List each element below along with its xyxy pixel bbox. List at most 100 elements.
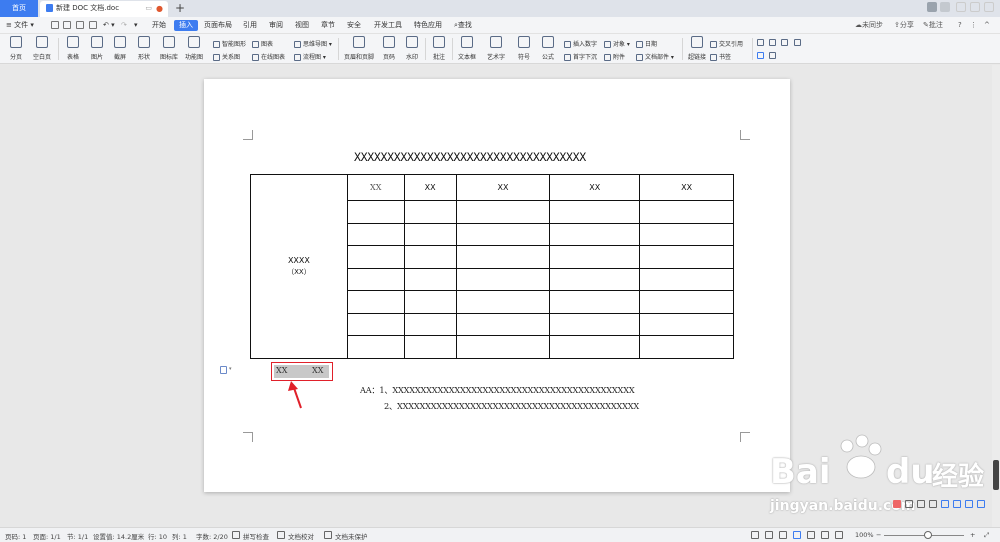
floating-tool-icon-4[interactable] bbox=[929, 500, 937, 508]
table-header-cell[interactable]: XX bbox=[455, 174, 551, 201]
table-cell[interactable] bbox=[346, 267, 405, 292]
layout-option-2[interactable] bbox=[769, 39, 778, 46]
table-cell[interactable] bbox=[346, 222, 405, 247]
table-cell[interactable] bbox=[549, 245, 641, 269]
view-mode-icon-page[interactable] bbox=[793, 531, 801, 539]
vertical-scrollbar[interactable] bbox=[992, 65, 1000, 527]
smart-art-button[interactable]: 智能图形 bbox=[213, 39, 246, 48]
export-pdf-icon[interactable] bbox=[63, 21, 71, 29]
note-line-1[interactable]: AA：1、XXXXXXXXXXXXXXXXXXXXXXXXXXXXXXXXXXX… bbox=[360, 384, 635, 396]
doc-parts-button[interactable]: 文档部件 ▾ bbox=[636, 52, 674, 61]
table-header-cell[interactable]: XX bbox=[403, 174, 457, 201]
layout-option-6[interactable] bbox=[769, 52, 778, 59]
floating-tool-icon-2[interactable] bbox=[905, 500, 913, 508]
status-row[interactable]: 行: 10 bbox=[148, 531, 167, 541]
menu-review[interactable]: 审阅 bbox=[269, 20, 283, 31]
table-button[interactable]: 表格 bbox=[63, 36, 83, 61]
table-cell[interactable] bbox=[346, 200, 405, 224]
status-word-count[interactable]: 字数: 2/20 bbox=[196, 531, 228, 541]
table-cell[interactable] bbox=[403, 312, 457, 337]
tab-pin-icon[interactable]: ▭ bbox=[145, 1, 152, 16]
view-mode-icon-1[interactable] bbox=[751, 531, 759, 539]
table-cell[interactable] bbox=[639, 200, 734, 224]
table-header-cell[interactable]: XX bbox=[549, 174, 641, 201]
table-cell[interactable] bbox=[346, 290, 405, 314]
status-page[interactable]: 页码: 1 bbox=[5, 531, 26, 541]
table-cell[interactable] bbox=[346, 312, 405, 337]
table-header-cell[interactable]: XX bbox=[346, 174, 405, 201]
view-mode-icon-2[interactable] bbox=[765, 531, 773, 539]
window-close-icon[interactable] bbox=[984, 2, 994, 12]
table-cell[interactable] bbox=[403, 290, 457, 314]
add-tab-button[interactable]: + bbox=[175, 0, 185, 16]
table-cell[interactable] bbox=[403, 200, 457, 224]
zoom-level[interactable]: 100% bbox=[855, 531, 874, 539]
bookmark-button[interactable]: 书签 bbox=[710, 52, 731, 61]
save-icon[interactable] bbox=[51, 21, 59, 29]
document-title[interactable]: XXXXXXXXXXXXXXXXXXXXXXXXXXXXXXXXXXX bbox=[354, 150, 586, 164]
online-chart-button[interactable]: 在线图表 bbox=[252, 52, 285, 61]
table-cell[interactable] bbox=[639, 222, 734, 247]
page-number-button[interactable]: 页码 bbox=[379, 36, 399, 61]
layout-option-1[interactable] bbox=[757, 39, 766, 46]
table-cell[interactable] bbox=[639, 335, 734, 359]
table-cell[interactable] bbox=[346, 335, 405, 359]
floating-tool-icon-6[interactable] bbox=[953, 500, 961, 508]
status-column[interactable]: 列: 1 bbox=[172, 531, 187, 541]
table-cell[interactable] bbox=[403, 222, 457, 247]
textbox-button[interactable]: 文本框 bbox=[455, 36, 479, 61]
tab-home[interactable]: 首页 bbox=[0, 0, 38, 17]
function-chart-button[interactable]: 功能图 bbox=[182, 36, 206, 61]
layout-option-5[interactable] bbox=[757, 52, 766, 59]
cross-reference-button[interactable]: 交叉引用 bbox=[710, 39, 743, 48]
paragraph-layout-dropdown-icon[interactable]: ▾ bbox=[229, 366, 232, 372]
menu-search[interactable]: ⌕查找 bbox=[454, 20, 472, 31]
layout-option-4[interactable] bbox=[794, 39, 803, 46]
comment-insert-button[interactable]: 批注 bbox=[429, 36, 449, 61]
menu-developer[interactable]: 开发工具 bbox=[374, 20, 402, 31]
print-preview-icon[interactable] bbox=[89, 21, 97, 29]
symbol-button[interactable]: 符号 bbox=[513, 36, 535, 61]
table-cell[interactable] bbox=[639, 312, 734, 337]
attachment-button[interactable]: 附件 bbox=[604, 52, 625, 61]
icon-library-button[interactable]: 图标库 bbox=[158, 36, 180, 61]
table-cell[interactable] bbox=[455, 267, 551, 292]
table-cell[interactable] bbox=[549, 335, 641, 359]
table-cell[interactable] bbox=[455, 200, 551, 224]
flow-chart-button[interactable]: 流程图 ▾ bbox=[294, 52, 326, 61]
more-options-icon[interactable]: ⋮ bbox=[970, 20, 977, 31]
watermark-button[interactable]: 水印 bbox=[402, 36, 422, 61]
wordart-button[interactable]: 艺术字 bbox=[484, 36, 508, 61]
menu-references[interactable]: 引用 bbox=[243, 20, 257, 31]
table-cell[interactable] bbox=[455, 222, 551, 247]
document-table[interactable]: XXXX （XX） XX XX XX XX XX bbox=[250, 174, 734, 359]
table-cell[interactable] bbox=[403, 335, 457, 359]
floating-tool-icon-3[interactable] bbox=[917, 500, 925, 508]
comment-button[interactable]: ✎批注 bbox=[923, 20, 943, 31]
view-mode-icon-3[interactable] bbox=[779, 531, 787, 539]
table-cell[interactable] bbox=[455, 290, 551, 314]
window-minimize-icon[interactable] bbox=[956, 2, 966, 12]
window-avatar-icon-2[interactable] bbox=[940, 2, 950, 12]
scrollbar-thumb[interactable] bbox=[993, 460, 999, 490]
sync-status[interactable]: ☁未同步 bbox=[855, 20, 883, 31]
print-icon[interactable] bbox=[76, 21, 84, 29]
spell-check-icon[interactable] bbox=[232, 531, 240, 539]
header-footer-button[interactable]: 页眉和页脚 bbox=[342, 36, 376, 61]
more-quick-icon[interactable]: ▾ bbox=[134, 20, 138, 31]
table-cell[interactable] bbox=[549, 312, 641, 337]
relation-chart-button[interactable]: 关系图 bbox=[213, 52, 240, 61]
table-header-cell[interactable]: XX bbox=[639, 174, 734, 201]
table-cell[interactable] bbox=[455, 312, 551, 337]
help-button[interactable]: ? bbox=[958, 20, 962, 31]
fit-window-icon[interactable]: ⤢ bbox=[984, 531, 989, 540]
zoom-out-icon[interactable]: − bbox=[876, 531, 881, 539]
window-maximize-icon[interactable] bbox=[970, 2, 980, 12]
floating-tool-icon-5[interactable] bbox=[941, 500, 949, 508]
screenshot-button[interactable]: 截屏 bbox=[110, 36, 130, 61]
view-mode-icon-7[interactable] bbox=[835, 531, 843, 539]
undo-icon[interactable]: ↶ ▾ bbox=[103, 20, 115, 31]
status-setting-value[interactable]: 设置值: 14.2厘米 bbox=[93, 531, 144, 541]
menu-featured[interactable]: 特色应用 bbox=[414, 20, 442, 31]
close-tab-icon[interactable]: ● bbox=[156, 1, 163, 16]
